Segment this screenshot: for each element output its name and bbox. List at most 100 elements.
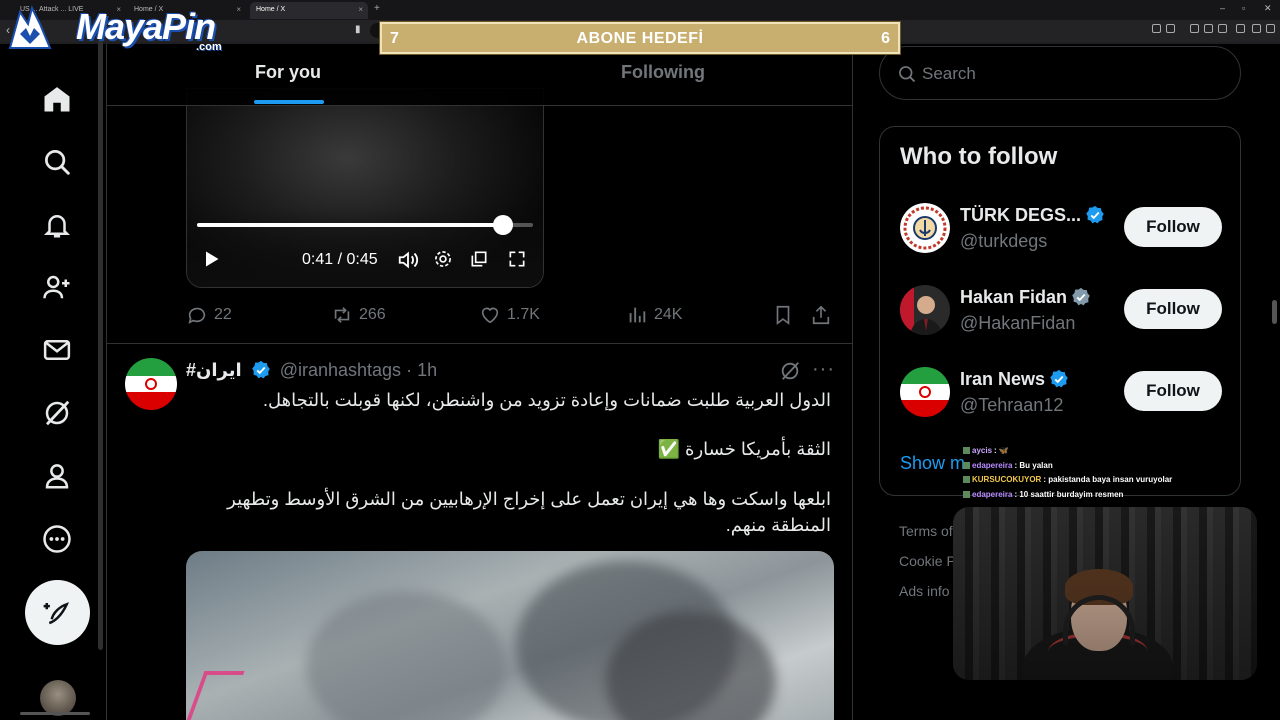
follow-button[interactable]: Follow [1124, 207, 1222, 247]
crane-shape [186, 671, 245, 720]
more-options-icon[interactable]: ··· [812, 358, 835, 381]
tweet-time[interactable]: · 1h [406, 360, 437, 380]
footer-ads-link[interactable]: Ads info [899, 583, 950, 599]
search-icon [45, 150, 70, 175]
iran-news-avatar[interactable] [900, 367, 950, 417]
logo-domain: .com [196, 41, 222, 53]
tab-for-you[interactable]: For you [255, 62, 321, 83]
who-to-follow-title: Who to follow [900, 143, 1058, 170]
verified-badge-icon [251, 360, 270, 379]
mail-icon [43, 340, 71, 360]
views-button[interactable]: 24K [626, 304, 682, 326]
tab-following[interactable]: Following [621, 62, 705, 83]
follow-suggestion[interactable]: TÜRK DEGS... @turkdegs Follow [900, 201, 1230, 259]
share-button[interactable] [810, 304, 832, 326]
browser-tab-3[interactable]: Home / X × [250, 2, 368, 19]
footer-cookie-link[interactable]: Cookie P [899, 553, 956, 569]
chat-username: KURSUCOKUYOR [972, 475, 1042, 484]
chat-username: aycis [972, 446, 993, 455]
add-person-icon [43, 275, 70, 299]
reply-icon [188, 307, 206, 324]
turkdegs-avatar[interactable] [900, 203, 950, 253]
tweet-action-bar: 22 266 1.7K 24K [186, 304, 846, 328]
chat-text: : Bu yalan [1014, 460, 1053, 470]
menu-icon[interactable] [1266, 24, 1275, 33]
views-count: 24K [654, 306, 683, 323]
like-button[interactable]: 1.7K [479, 304, 540, 326]
video-time: 0:41 / 0:45 [302, 251, 378, 268]
music-icon[interactable] [1190, 24, 1199, 33]
chat-text: : 🦋 [994, 446, 1009, 455]
search-input[interactable]: Search [879, 46, 1241, 100]
right-scrollbar[interactable] [1272, 300, 1277, 324]
webcam-shade [953, 507, 1257, 680]
active-tab-indicator [254, 100, 324, 104]
follow-button[interactable]: Follow [1124, 289, 1222, 329]
follow-suggestion[interactable]: Hakan Fidan @HakanFidan Follow [900, 283, 1230, 341]
chat-message: edapereira: Bu yalan [963, 459, 1223, 474]
account-handle: @turkdegs [960, 231, 1048, 251]
close-icon[interactable]: × [358, 5, 363, 14]
nav-grok[interactable] [38, 394, 76, 432]
browser-tab-label: Home / X [256, 6, 286, 13]
nav-profile[interactable] [38, 457, 76, 495]
tweet-author-handle[interactable]: @iranhashtags [280, 360, 401, 380]
settings-icon[interactable] [1252, 24, 1261, 33]
bookmark-icon[interactable]: ▮ [355, 24, 361, 35]
video-overlay [187, 207, 543, 287]
compose-button[interactable] [25, 580, 90, 645]
account-name: Hakan Fidan [960, 287, 1095, 308]
repost-count: 266 [359, 306, 386, 323]
nav-communities[interactable] [38, 268, 76, 306]
subscriber-goal-bar: ABONE HEDEFİ 7 6 [380, 22, 900, 54]
nav-notifications[interactable] [38, 206, 76, 244]
extension-icon[interactable] [1166, 24, 1175, 33]
nav-home[interactable] [38, 80, 76, 118]
compose-icon [43, 601, 69, 624]
download-icon[interactable] [1218, 24, 1227, 33]
reply-button[interactable]: 22 [186, 304, 232, 326]
nav-more[interactable] [38, 520, 76, 558]
close-icon[interactable]: × [236, 5, 241, 14]
follow-button[interactable]: Follow [1124, 371, 1222, 411]
video-scrubber-handle[interactable] [492, 215, 513, 235]
nav-explore[interactable] [38, 143, 76, 181]
shield-icon[interactable] [1236, 24, 1245, 33]
new-tab-icon[interactable]: + [374, 3, 380, 14]
account-avatar[interactable] [40, 680, 76, 716]
iran-flag-avatar[interactable] [125, 358, 177, 410]
show-more-link[interactable]: Show m [900, 453, 965, 474]
extension-icon[interactable] [1152, 24, 1161, 33]
hakanfidan-avatar[interactable] [900, 285, 950, 335]
fullscreen-icon[interactable] [507, 249, 527, 269]
stream-logo: MayaPin .com [6, 4, 236, 53]
sidebar-icon[interactable] [1204, 24, 1213, 33]
left-scrollbar[interactable] [98, 40, 103, 650]
bell-icon [43, 215, 71, 238]
chat-username: edapereira [972, 460, 1013, 470]
grok-icon[interactable] [779, 360, 801, 382]
share-icon [812, 305, 830, 325]
maximize-icon[interactable]: ▫ [1242, 3, 1245, 13]
timeline: For you Following 0:41 / 0:45 22 266 1.7… [106, 44, 853, 720]
follow-suggestion[interactable]: Iran News @Tehraan12 Follow [900, 365, 1230, 423]
tweet-divider [107, 343, 852, 344]
play-icon[interactable] [201, 249, 221, 269]
window-close-icon[interactable]: ✕ [1264, 3, 1272, 14]
volume-icon[interactable] [397, 249, 419, 271]
video-player[interactable]: 0:41 / 0:45 [186, 88, 544, 288]
footer-terms-link[interactable]: Terms of [899, 523, 953, 539]
home-icon [44, 87, 70, 112]
minimize-icon[interactable]: – [1220, 3, 1225, 13]
chat-text: : pakistanda baya insan vuruyolar [1043, 475, 1173, 484]
who-to-follow-panel: Who to follow TÜRK DEGS... @turkdegs Fol… [879, 126, 1241, 496]
settings-icon[interactable] [433, 249, 453, 269]
account-name: TÜRK DEGS... [960, 205, 1109, 226]
tweet-image[interactable] [186, 551, 834, 720]
video-progress-bar[interactable] [197, 215, 533, 235]
picture-in-picture-icon[interactable] [469, 249, 489, 269]
nav-messages[interactable] [38, 331, 76, 369]
bookmark-button[interactable] [772, 304, 794, 326]
repost-button[interactable]: 266 [331, 304, 386, 326]
tweet-author-name[interactable]: #ایران [186, 360, 242, 380]
